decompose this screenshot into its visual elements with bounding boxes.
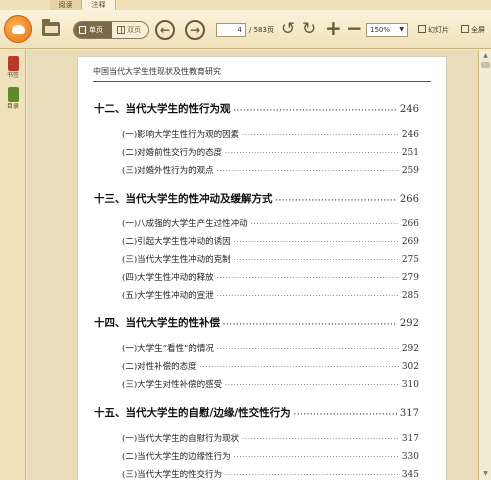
slideshow-label: 幻灯片	[428, 26, 449, 34]
arrow-right-icon: →	[189, 23, 201, 37]
toolbar: 单页 双页 ← → 4 / 583页 ↺ ↻ + − 150% ▼ 幻灯片 全屏	[0, 10, 491, 49]
tab-reading[interactable]: 阅读	[50, 0, 82, 10]
toc-section[interactable]: (三)对婚外性行为的观点259	[122, 164, 419, 176]
page-number-input[interactable]: 4	[216, 23, 246, 37]
rotate-right-icon[interactable]: ↻	[302, 19, 316, 39]
scroll-up-icon[interactable]: ▲	[481, 52, 490, 60]
toc-section[interactable]: (三)大学生对性补偿的感受310	[122, 378, 419, 390]
sidebar-item-label: 目录	[6, 103, 19, 110]
rotate-left-icon[interactable]: ↺	[281, 19, 295, 39]
page-total: / 583页	[249, 26, 274, 34]
fullscreen-button[interactable]: 全屏	[461, 23, 485, 37]
sidebar-item-label: 书签	[6, 72, 19, 79]
toc-section[interactable]: (二)对性补偿的态度302	[122, 360, 419, 372]
toc-icon	[7, 87, 19, 102]
sidebar: 书签 目录	[0, 50, 26, 480]
arrow-left-icon: ←	[159, 23, 171, 37]
zoom-in-button[interactable]: +	[325, 18, 342, 38]
toc-chapter[interactable]: 十五、当代大学生的自慰/边缘/性交性行为317	[94, 405, 419, 420]
toc-section[interactable]: (二)对婚前性交行为的态度251	[122, 146, 419, 158]
fullscreen-icon	[461, 25, 469, 33]
toc-section[interactable]: (二)引起大学生性冲动的诱因269	[122, 235, 419, 247]
next-page-button[interactable]: →	[185, 20, 205, 40]
document-page: 中国当代大学生性现状及性教育研究 十二、当代大学生的性行为观246 (一)影响大…	[77, 56, 447, 480]
vertical-scrollbar[interactable]: ▲ ▼	[478, 50, 491, 480]
page-view-toggle: 单页 双页	[73, 21, 149, 39]
chevron-down-icon: ▼	[399, 26, 404, 33]
toc-section[interactable]: (一)八成强的大学生产生过性冲动266	[122, 217, 419, 229]
toc-chapter[interactable]: 十三、当代大学生的性冲动及缓解方式266	[94, 191, 419, 206]
double-page-icon	[117, 26, 125, 34]
zoom-out-button[interactable]: −	[346, 18, 363, 38]
zoom-select[interactable]: 150% ▼	[366, 23, 408, 37]
previous-page-button[interactable]: ←	[155, 20, 175, 40]
double-page-label: 双页	[127, 26, 141, 34]
toc-chapter[interactable]: 十二、当代大学生的性行为观246	[94, 101, 419, 116]
tab-annotations[interactable]: 注释	[82, 0, 116, 10]
single-page-label: 单页	[89, 26, 103, 34]
toc-section[interactable]: (五)大学生性冲动的宣泄285	[122, 289, 419, 301]
toc-section[interactable]: (一)大学生“看性”的情况292	[122, 342, 419, 354]
sidebar-item-bookmarks[interactable]: 书签	[3, 56, 23, 80]
open-folder-icon[interactable]	[42, 19, 60, 36]
toc-chapter[interactable]: 十四、当代大学生的性补偿292	[94, 315, 419, 330]
double-page-button[interactable]: 双页	[112, 22, 148, 38]
bookmark-icon	[7, 56, 19, 71]
document-viewport[interactable]: 中国当代大学生性现状及性教育研究 十二、当代大学生的性行为观246 (一)影响大…	[27, 50, 478, 480]
zoom-value: 150%	[370, 26, 391, 34]
single-page-icon	[79, 26, 86, 34]
slideshow-button[interactable]: 幻灯片	[418, 23, 449, 37]
scroll-down-icon[interactable]: ▼	[481, 470, 490, 478]
fullscreen-label: 全屏	[471, 26, 485, 34]
minus-icon: −	[346, 16, 363, 40]
scrollbar-thumb[interactable]	[481, 62, 490, 68]
toc-section[interactable]: (三)当代大学生的性交行为345	[122, 468, 419, 480]
running-head: 中国当代大学生性现状及性教育研究	[93, 67, 221, 76]
single-page-button[interactable]: 单页	[74, 22, 112, 38]
slideshow-icon	[418, 25, 426, 33]
plus-icon: +	[325, 16, 342, 40]
header-rule	[93, 81, 431, 82]
app-logo-icon[interactable]	[4, 15, 32, 43]
sidebar-item-toc[interactable]: 目录	[3, 87, 23, 111]
toc-section[interactable]: (三)当代大学生性冲动的克制275	[122, 253, 419, 265]
toc-section[interactable]: (四)大学生性冲动的释放279	[122, 271, 419, 283]
toc-section[interactable]: (一)影响大学生性行为观的因素246	[122, 128, 419, 140]
toc-section[interactable]: (二)当代大学生的边缘性行为330	[122, 450, 419, 462]
tab-strip: 阅读 注释	[0, 0, 491, 10]
toc-section[interactable]: (一)当代大学生的自慰行为现状317	[122, 432, 419, 444]
